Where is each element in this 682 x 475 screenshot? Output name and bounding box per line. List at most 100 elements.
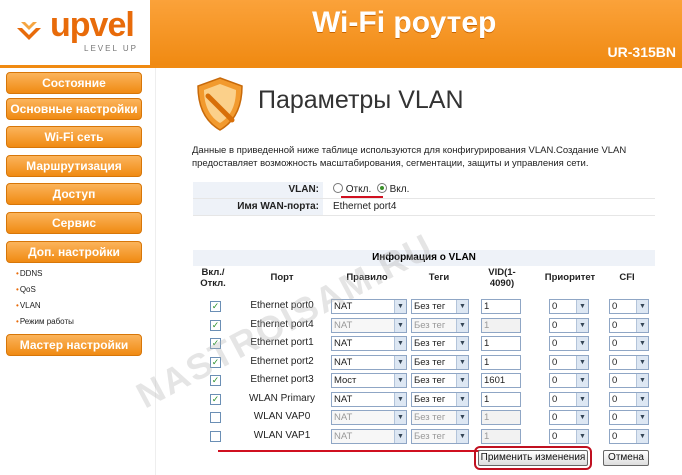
row-cfi-select[interactable]: 0 ▼	[609, 428, 649, 444]
row-vid-input[interactable]: 1	[481, 354, 521, 370]
logo-text: upvel	[50, 6, 135, 44]
row-vid-input[interactable]: 1	[481, 336, 521, 351]
row-cfi-select[interactable]: 0 ▼	[609, 354, 649, 370]
nav-access[interactable]: Доступ	[6, 183, 142, 205]
row-vid-input[interactable]: 1	[481, 299, 521, 314]
row-cfi-value: 0	[612, 356, 618, 368]
row-enable-checkbox[interactable]: ✓	[210, 319, 221, 331]
vlan-off-label: Откл.	[345, 184, 372, 195]
row-vid-input[interactable]: 1	[481, 428, 521, 444]
sub-link-qos[interactable]: •QoS	[16, 285, 36, 294]
row-rule-select[interactable]: NAT ▼	[331, 336, 407, 351]
row-enable-checkbox[interactable]	[210, 412, 221, 423]
row-priority-select[interactable]: 0 ▼	[549, 317, 589, 333]
row-tags-value: Без тег	[414, 393, 446, 405]
row-vid-input[interactable]: 1	[481, 391, 521, 407]
col-priority: Приоритет	[544, 272, 596, 283]
row-rule-select[interactable]: NAT ▼	[331, 317, 407, 333]
nav-service[interactable]: Сервис	[6, 212, 142, 234]
row-enable-checkbox[interactable]: ✓	[210, 338, 221, 349]
row-rule-value: NAT	[334, 430, 353, 442]
row-rule-value: NAT	[334, 319, 353, 331]
nav-basic-settings[interactable]: Основные настройки	[6, 98, 142, 120]
router-page: upvel LEVEL UP Wi-Fi роутер UR-315BN Сос…	[0, 0, 682, 475]
row-enable-checkbox[interactable]: ✓	[210, 375, 221, 386]
row-vid-input[interactable]: 1	[481, 410, 521, 425]
row-cfi-select[interactable]: 0 ▼	[609, 299, 649, 314]
row-priority-value: 0	[552, 301, 558, 312]
row-priority-value: 0	[552, 393, 558, 405]
chevron-down-icon: ▼	[394, 392, 406, 406]
chevron-down-icon: ▼	[456, 337, 468, 350]
row-priority-select[interactable]: 0 ▼	[549, 299, 589, 314]
row-priority-select[interactable]: 0 ▼	[549, 354, 589, 370]
nav-routing[interactable]: Маршрутизация	[6, 155, 142, 177]
chevron-down-icon: ▼	[636, 392, 648, 406]
row-rule-select[interactable]: NAT ▼	[331, 410, 407, 425]
row-tags-select[interactable]: Без тег ▼	[411, 354, 469, 370]
row-tags-select[interactable]: Без тег ▼	[411, 410, 469, 425]
row-cfi-select[interactable]: 0 ▼	[609, 317, 649, 333]
row-rule-select[interactable]: NAT ▼	[331, 354, 407, 370]
row-priority-value: 0	[552, 375, 558, 386]
chevron-down-icon: ▼	[576, 318, 588, 332]
row-enable-checkbox[interactable]: ✓	[210, 301, 221, 312]
row-tags-select[interactable]: Без тег ▼	[411, 299, 469, 314]
row-tags-select[interactable]: Без тег ▼	[411, 391, 469, 407]
row-tags-value: Без тег	[414, 319, 446, 331]
wan-port-label: Имя WAN-порта:	[193, 199, 323, 215]
row-priority-select[interactable]: 0 ▼	[549, 428, 589, 444]
row-cfi-select[interactable]: 0 ▼	[609, 410, 649, 425]
page-description: Данные в приведенной ниже таблице исполь…	[192, 145, 627, 169]
row-rule-select[interactable]: NAT ▼	[331, 299, 407, 314]
sub-link-mode[interactable]: •Режим работы	[16, 317, 74, 326]
row-tags-select[interactable]: Без тег ▼	[411, 373, 469, 388]
sub-link-ddns[interactable]: •DDNS	[16, 269, 42, 278]
row-cfi-select[interactable]: 0 ▼	[609, 336, 649, 351]
row-priority-select[interactable]: 0 ▼	[549, 373, 589, 388]
row-priority-select[interactable]: 0 ▼	[549, 391, 589, 407]
row-rule-select[interactable]: Мост ▼	[331, 373, 407, 388]
bullet-icon: •	[16, 285, 19, 294]
row-enable-checkbox[interactable]	[210, 430, 221, 442]
row-vid-input[interactable]: 1601	[481, 373, 521, 388]
page-title: Параметры VLAN	[258, 86, 464, 114]
logo: upvel LEVEL UP	[0, 0, 150, 65]
row-cfi-select[interactable]: 0 ▼	[609, 391, 649, 407]
row-priority-select[interactable]: 0 ▼	[549, 410, 589, 425]
row-tags-value: Без тег	[414, 375, 446, 386]
row-cfi-select[interactable]: 0 ▼	[609, 373, 649, 388]
chevron-down-icon: ▼	[636, 300, 648, 313]
chevron-down-icon: ▼	[394, 318, 406, 332]
apply-button[interactable]: Применить изменения	[478, 450, 588, 466]
vlan-on-radio[interactable]	[376, 183, 387, 193]
chevron-down-icon: ▼	[456, 411, 468, 424]
sub-link-label: DDNS	[19, 269, 43, 278]
row-rule-value: Мост	[334, 375, 357, 386]
nav-wifi[interactable]: Wi-Fi сеть	[6, 126, 142, 148]
cancel-button[interactable]: Отмена	[603, 450, 649, 466]
header-title: Wi-Fi роутер	[312, 6, 497, 39]
nav-advanced[interactable]: Доп. настройки	[6, 241, 142, 263]
row-tags-value: Без тег	[414, 301, 446, 312]
chevron-down-icon: ▼	[576, 429, 588, 443]
chevron-down-icon: ▼	[394, 429, 406, 443]
row-priority-select[interactable]: 0 ▼	[549, 336, 589, 351]
row-rule-select[interactable]: NAT ▼	[331, 428, 407, 444]
row-tags-select[interactable]: Без тег ▼	[411, 336, 469, 351]
row-tags-select[interactable]: Без тег ▼	[411, 428, 469, 444]
chevron-down-icon: ▼	[636, 429, 648, 443]
row-port: Ethernet port1	[250, 337, 314, 348]
sub-link-vlan[interactable]: •VLAN	[16, 301, 41, 310]
row-rule-select[interactable]: NAT ▼	[331, 391, 407, 407]
row-enable-checkbox[interactable]: ✓	[210, 356, 221, 368]
row-enable-checkbox[interactable]: ✓	[210, 393, 221, 405]
chevron-down-icon: ▼	[636, 411, 648, 424]
row-priority-value: 0	[552, 412, 558, 423]
nav-wizard[interactable]: Мастер настройки	[6, 334, 142, 356]
vlan-off-radio[interactable]	[333, 183, 343, 193]
nav-status[interactable]: Состояние	[6, 72, 142, 94]
row-tags-select[interactable]: Без тег ▼	[411, 317, 469, 333]
row-vid-input[interactable]: 1	[481, 317, 521, 333]
wan-port-value: Ethernet port4	[333, 201, 397, 212]
